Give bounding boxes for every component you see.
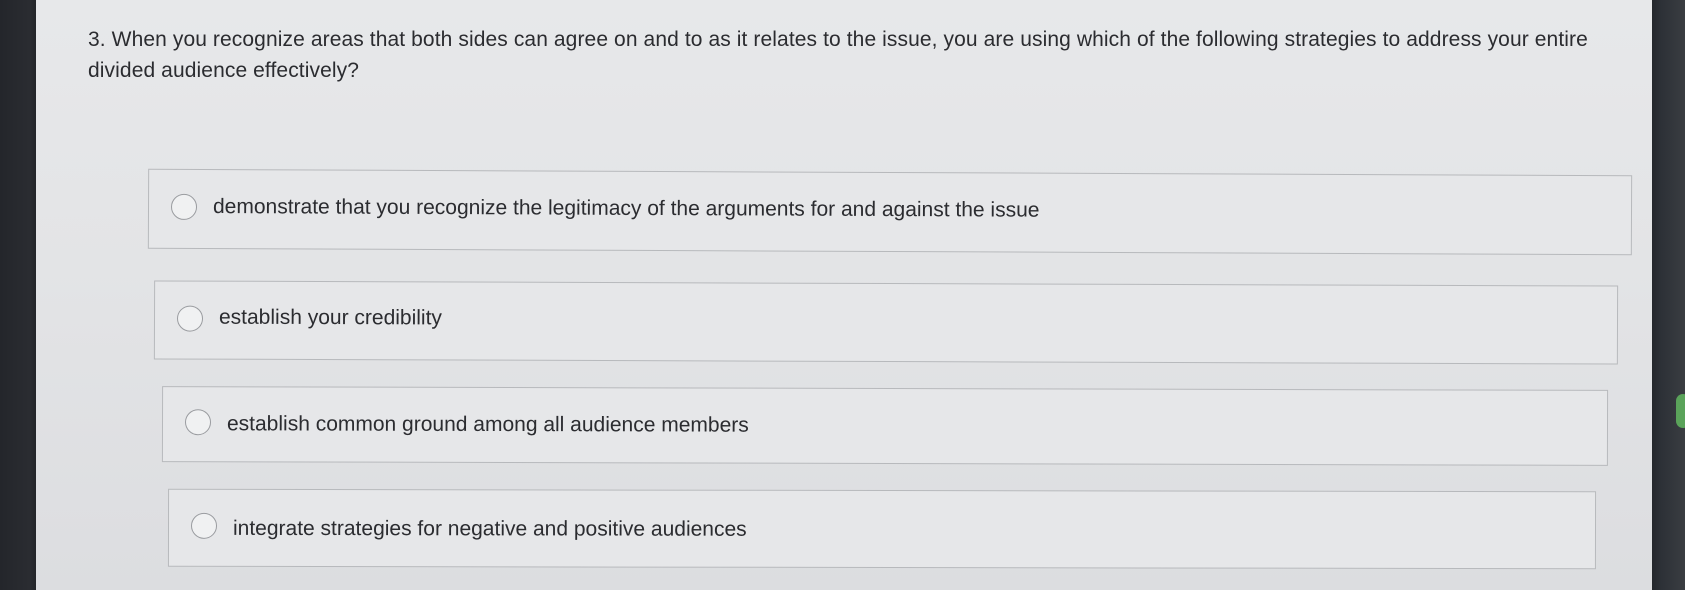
radio-button-icon[interactable] — [184, 409, 212, 436]
answer-option-label: establish your credibility — [218, 305, 442, 329]
photo-frame: 3. When you recognize areas that both si… — [0, 0, 1685, 590]
answer-option-4[interactable]: integrate strategies for negative and po… — [167, 488, 1597, 570]
green-indicator-icon — [1676, 394, 1685, 428]
answer-option-label: demonstrate that you recognize the legit… — [212, 195, 1040, 222]
radio-button-icon[interactable] — [176, 305, 204, 332]
answer-option-1[interactable]: demonstrate that you recognize the legit… — [147, 168, 1633, 256]
answer-option-3[interactable]: establish common ground among all audien… — [161, 386, 1609, 466]
answer-option-label: integrate strategies for negative and po… — [232, 516, 747, 541]
radio-button-icon[interactable] — [190, 512, 218, 539]
answer-option-2[interactable]: establish your credibility — [153, 280, 1619, 365]
answer-option-label: establish common ground among all audien… — [226, 412, 749, 437]
question-text: 3. When you recognize areas that both si… — [88, 28, 1588, 82]
quiz-screen: 3. When you recognize areas that both si… — [36, 0, 1652, 590]
radio-button-icon[interactable] — [170, 193, 198, 220]
